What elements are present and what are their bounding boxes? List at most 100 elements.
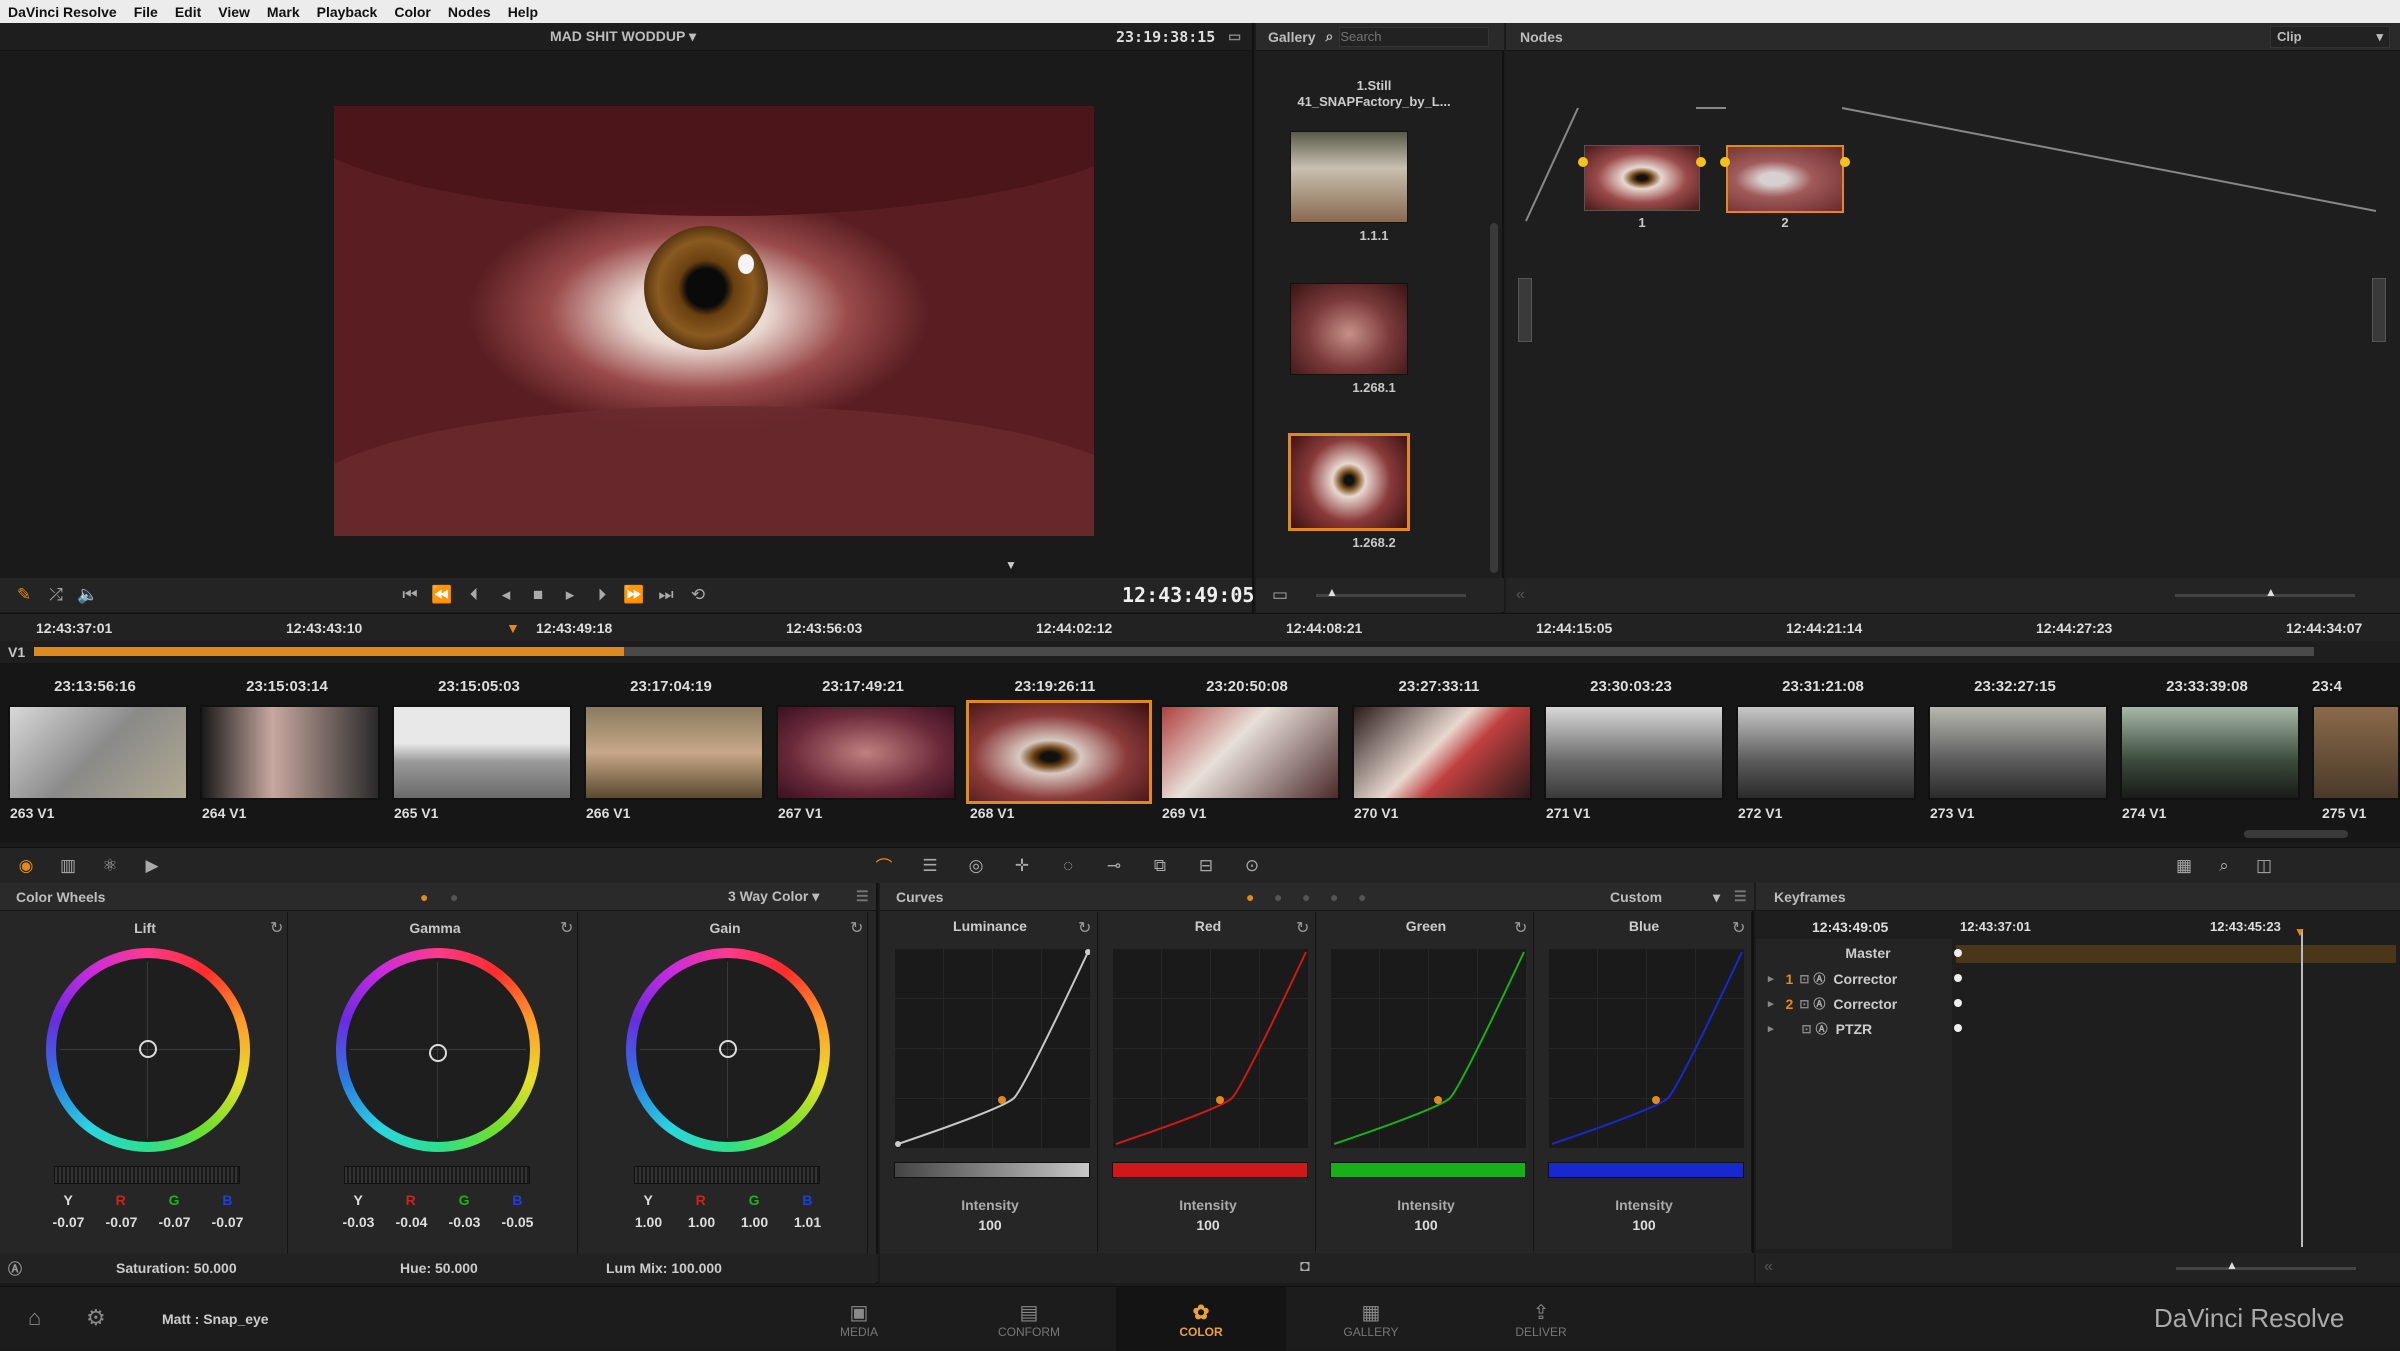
expand-icon[interactable]: ▸ — [1768, 1022, 1774, 1035]
mode-icon[interactable]: Ⓐ — [1813, 995, 1825, 1012]
keyframe-dot[interactable] — [1954, 1024, 1962, 1032]
reset-icon[interactable]: ↻ — [270, 918, 283, 938]
clip-thumb[interactable] — [392, 705, 572, 800]
rewind-icon[interactable]: ⏪ — [426, 585, 458, 605]
curve-mode-dropdown[interactable]: Custom ▾ — [1610, 889, 1720, 905]
gain-wheel[interactable] — [626, 948, 830, 1152]
hue-control[interactable]: Hue: 50.000 — [400, 1260, 478, 1276]
search-icon[interactable]: ⌕ — [1325, 28, 1333, 45]
mode-icon[interactable]: Ⓐ — [1816, 1020, 1828, 1037]
clip-strip-scrollbar[interactable] — [2244, 830, 2348, 838]
keyframes-track-master[interactable] — [1956, 945, 2396, 963]
keyframe-dot[interactable] — [1954, 974, 1962, 982]
page-tab-color[interactable]: ✿ COLOR — [1146, 1300, 1256, 1339]
timeline-track[interactable]: V1 — [0, 641, 2400, 663]
reverse-play-icon[interactable]: ◂ — [490, 585, 522, 605]
node-1[interactable] — [1584, 145, 1700, 211]
gamma-wheel[interactable] — [336, 948, 540, 1152]
loop-icon[interactable]: ⟲ — [682, 585, 714, 605]
menu-nodes[interactable]: Nodes — [448, 4, 491, 20]
lock-icon[interactable]: ⊡ — [1802, 1022, 1812, 1036]
clip-thumb[interactable] — [8, 705, 188, 800]
clip-thumb[interactable] — [2312, 705, 2400, 800]
lift-puck[interactable] — [139, 1040, 157, 1058]
still-thumb-selected[interactable] — [1288, 433, 1410, 531]
clip-thumb[interactable] — [1736, 705, 1916, 800]
page-dot-icon[interactable]: ● — [450, 889, 458, 905]
menu-view[interactable]: View — [218, 4, 250, 20]
fast-forward-icon[interactable]: ⏩ — [618, 585, 650, 605]
stereo-icon[interactable]: ⊙ — [1236, 856, 1268, 876]
keyframe-row-master[interactable]: Master — [1768, 945, 1948, 961]
keyframe-row-corrector-1[interactable]: ▸ 1 ⊡ Ⓐ Corrector — [1768, 970, 1948, 987]
node-mode-dropdown[interactable]: Clip ▾ — [2270, 25, 2390, 48]
menu-help[interactable]: Help — [508, 4, 538, 20]
timeline-ruler[interactable]: 12:43:37:01 12:43:43:10 12:43:49:18 12:4… — [0, 613, 2400, 641]
clip-thumb[interactable] — [2120, 705, 2300, 800]
scopes-icon[interactable]: ▥ — [52, 856, 84, 876]
clip-thumb[interactable] — [584, 705, 764, 800]
clip-thumb[interactable] — [1928, 705, 2108, 800]
green-intensity-bar[interactable] — [1330, 1162, 1526, 1178]
luminance-curve-graph[interactable] — [894, 948, 1090, 1148]
menu-edit[interactable]: Edit — [175, 4, 201, 20]
playhead-marker-icon[interactable]: ▼ — [1005, 558, 1017, 572]
intensity-value[interactable]: 100 — [1100, 1217, 1316, 1233]
clip-thumb[interactable] — [776, 705, 956, 800]
page-tab-gallery[interactable]: ▦ GALLERY — [1316, 1300, 1426, 1339]
saturation-control[interactable]: Saturation: 50.000 — [116, 1260, 237, 1276]
keyframes-zoom-slider[interactable]: ▲ — [2176, 1258, 2356, 1272]
page-dot-icon[interactable]: ● — [1246, 889, 1254, 905]
home-icon[interactable]: ⌂ — [28, 1305, 41, 1331]
page-dot-icon[interactable]: ● — [420, 889, 428, 905]
gamma-master-jog[interactable] — [344, 1166, 530, 1184]
node-1-output-dot[interactable] — [1696, 157, 1706, 167]
blur-icon[interactable]: ◌ — [1052, 856, 1084, 876]
lift-wheel[interactable] — [46, 948, 250, 1152]
blue-intensity-bar[interactable] — [1548, 1162, 1744, 1178]
highlight-icon[interactable]: ✎ — [8, 585, 40, 605]
green-curve-graph[interactable] — [1330, 948, 1526, 1148]
collapse-icon[interactable]: « — [1764, 1258, 1773, 1276]
node-2-output-dot[interactable] — [1840, 157, 1850, 167]
slider-handle-icon[interactable]: ▲ — [2265, 585, 2277, 599]
prev-frame-icon[interactable]: ⏴ — [458, 585, 490, 605]
intensity-value[interactable]: 100 — [882, 1217, 1098, 1233]
still-thumb[interactable] — [1290, 283, 1408, 375]
gain-values[interactable]: 1.00 1.00 1.00 1.01 — [622, 1214, 834, 1230]
screenshot-icon[interactable]: ◘ — [1300, 1258, 1310, 1276]
node-2[interactable] — [1726, 145, 1844, 213]
node-zoom-slider[interactable]: ▲ — [2174, 585, 2355, 599]
menu-app[interactable]: DaVinci Resolve — [8, 4, 117, 20]
page-tab-deliver[interactable]: ⇪ DELIVER — [1486, 1300, 1596, 1339]
mode-icon[interactable]: Ⓐ — [1813, 970, 1825, 987]
menu-mark[interactable]: Mark — [267, 4, 300, 20]
keyframes-playhead[interactable] — [2301, 929, 2303, 1247]
luminance-intensity-bar[interactable] — [894, 1162, 1090, 1178]
playhead-icon[interactable]: ▼ — [506, 620, 520, 636]
expand-icon[interactable]: ▸ — [1768, 972, 1774, 985]
gain-puck[interactable] — [719, 1040, 737, 1058]
wheel-mode-dropdown[interactable]: 3 Way Color ▾ — [728, 888, 819, 905]
page-tab-conform[interactable]: ▤ CONFORM — [974, 1300, 1084, 1339]
reset-icon[interactable]: ↻ — [560, 918, 573, 938]
red-curve-graph[interactable] — [1112, 948, 1308, 1148]
lift-values[interactable]: -0.07 -0.07 -0.07 -0.07 — [42, 1214, 254, 1230]
reset-icon[interactable]: ↻ — [1732, 918, 1745, 938]
keyframe-dot[interactable] — [1954, 949, 1962, 957]
lum-mix-control[interactable]: Lum Mix: 100.000 — [606, 1260, 722, 1276]
settings-gear-icon[interactable]: ⚙ — [86, 1305, 106, 1331]
curves-icon[interactable]: ⌒ — [868, 853, 900, 878]
menu-file[interactable]: File — [134, 4, 158, 20]
volume-icon[interactable]: 🔈 — [72, 585, 104, 605]
gamma-values[interactable]: -0.03 -0.04 -0.03 -0.05 — [332, 1214, 544, 1230]
track-bar-played[interactable] — [34, 647, 624, 656]
keyframes-playhead-icon[interactable]: ▼ — [2294, 925, 2306, 939]
grid-view-icon[interactable]: ▦ — [2168, 856, 2200, 876]
auto-balance-icon[interactable]: Ⓐ — [8, 1259, 22, 1279]
tracker-icon[interactable]: ✛ — [1006, 856, 1038, 876]
intensity-value[interactable]: 100 — [1536, 1217, 1752, 1233]
reset-icon[interactable]: ↻ — [850, 918, 863, 938]
collapse-icon[interactable]: « — [1516, 586, 1525, 604]
gamma-puck[interactable] — [429, 1044, 447, 1062]
